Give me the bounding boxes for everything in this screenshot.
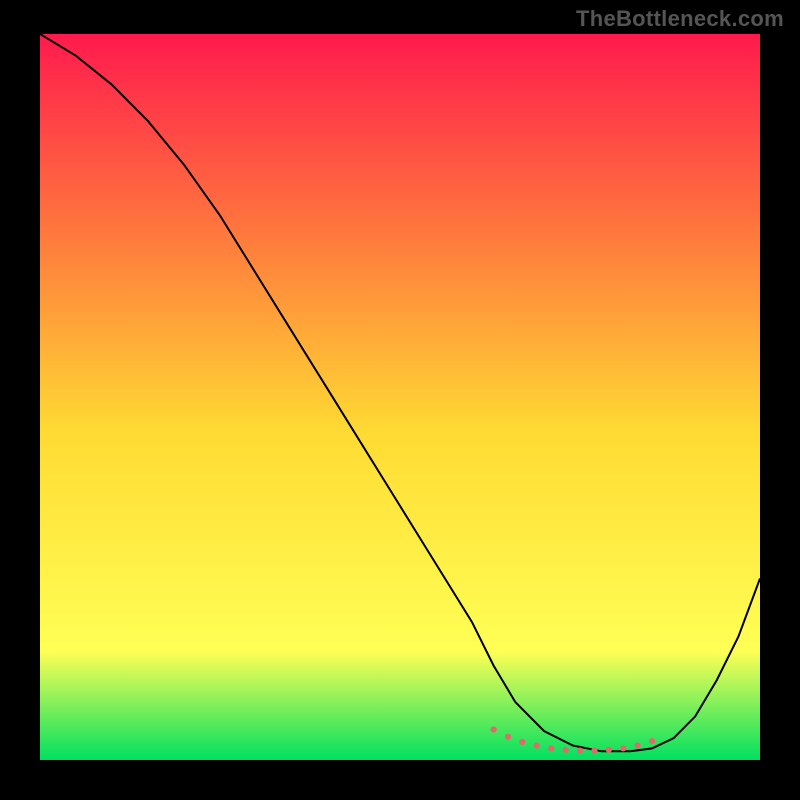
dot — [519, 739, 525, 745]
dot — [606, 747, 612, 753]
dot — [591, 747, 597, 753]
dot — [649, 738, 655, 744]
plot-area — [40, 34, 760, 760]
chart-frame: TheBottleneck.com — [0, 0, 800, 800]
dot — [505, 734, 511, 740]
dot — [490, 726, 496, 732]
chart-svg — [40, 34, 760, 760]
dot — [634, 742, 640, 748]
dot — [548, 745, 554, 751]
dot — [577, 747, 583, 753]
dot — [534, 742, 540, 748]
watermark-text: TheBottleneck.com — [576, 6, 784, 32]
gradient-background — [40, 34, 760, 760]
dot — [620, 745, 626, 751]
dot — [562, 747, 568, 753]
